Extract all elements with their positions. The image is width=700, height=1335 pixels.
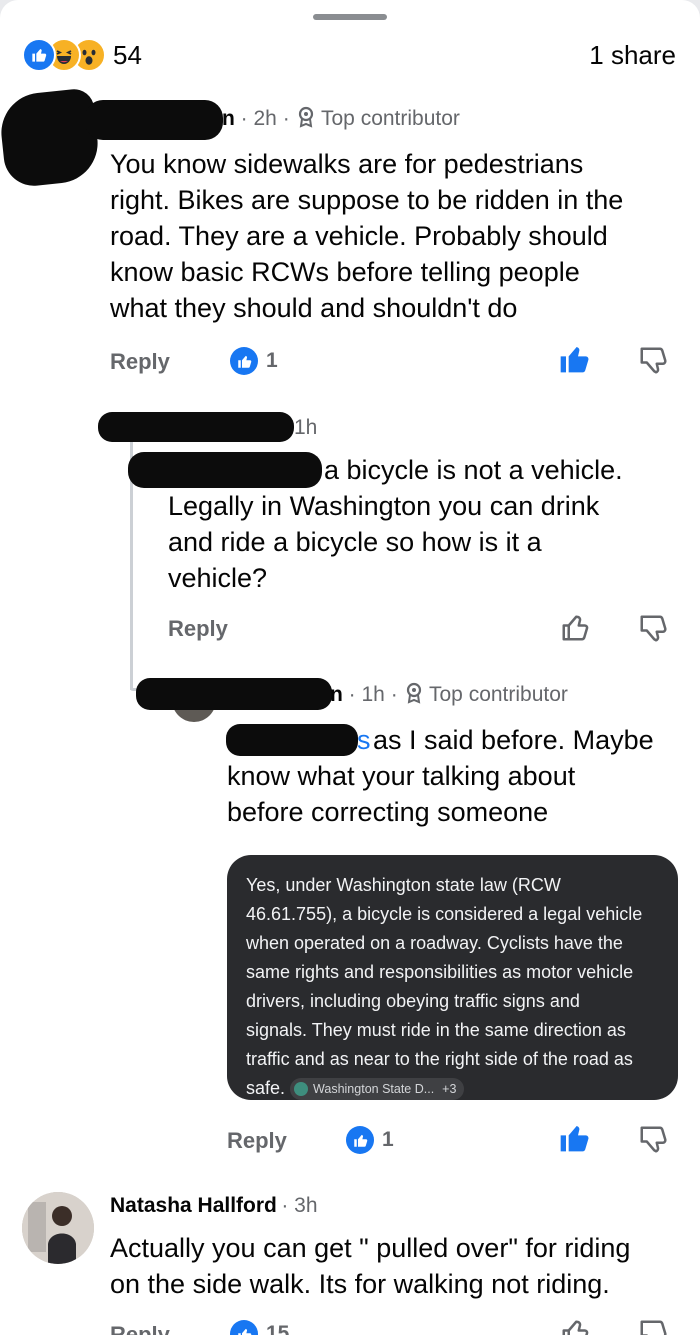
comment-text: a bicycle is not a vehicle. Legally in W… <box>168 452 623 596</box>
comment-line: Actually you can get " pulled over" for … <box>110 1233 631 1263</box>
comment-meta: n · 2h · Top contributor <box>222 106 460 134</box>
card-line: same rights and responsibilities as moto… <box>246 962 634 982</box>
redaction <box>85 100 223 140</box>
reply-button[interactable]: Reply <box>227 1128 287 1154</box>
comment-line: on the side walk. Its for walking not ri… <box>110 1269 610 1299</box>
upvote-button[interactable] <box>558 1122 590 1159</box>
card-line: Yes, under Washington state law (RCW <box>246 875 561 895</box>
comment-line: You know sidewalks are for pedestrians <box>110 149 584 179</box>
upvote-button[interactable] <box>558 343 590 380</box>
top-contributor-icon <box>296 106 316 134</box>
source-more-count: +3 <box>442 1082 457 1097</box>
like-icon <box>346 1126 374 1154</box>
downvote-button[interactable] <box>638 613 668 648</box>
like-count: 1 <box>266 349 278 372</box>
downvote-button[interactable] <box>638 345 668 380</box>
like-count-badge[interactable]: 1 <box>346 1126 394 1154</box>
comments-sheet: 54 1 share n · 2h · Top contributor You … <box>0 0 700 1335</box>
reaction-count[interactable]: 54 <box>113 40 142 71</box>
card-line: when operated on a roadway. Cyclists hav… <box>246 933 623 953</box>
upvote-button[interactable] <box>560 613 590 648</box>
top-contributor-badge: Top contributor <box>321 107 460 130</box>
thumbs-down-icon <box>640 1126 667 1153</box>
comment-line: and ride a bicycle so how is it a <box>168 527 542 557</box>
timestamp: · 2h · <box>240 107 290 130</box>
card-line: drivers, including obeying traffic signs… <box>246 991 580 1011</box>
share-count[interactable]: 1 share <box>589 40 676 71</box>
thumbs-down-icon <box>640 615 667 642</box>
comment-line: before correcting someone <box>227 797 549 827</box>
card-line: 46.61.755), a bicycle is considered a le… <box>246 904 643 924</box>
top-contributor-badge: Top contributor <box>429 683 568 706</box>
avatar[interactable] <box>22 1192 94 1264</box>
reply-button[interactable]: Reply <box>110 349 170 375</box>
comment-meta: n · 1h · Top contributor <box>330 682 568 710</box>
author-name[interactable]: n <box>330 683 343 706</box>
like-count: 15 <box>266 1322 290 1335</box>
thumbs-up-filled-icon <box>560 1126 589 1152</box>
timestamp: 1h <box>294 416 318 439</box>
redaction <box>136 678 332 710</box>
redaction <box>0 87 102 189</box>
attached-answer-card[interactable]: Yes, under Washington state law (RCW 46.… <box>227 855 678 1103</box>
upvote-button[interactable] <box>560 1318 590 1335</box>
card-line: signals. They must ride in the same dire… <box>246 1020 626 1040</box>
thumbs-up-filled-icon <box>560 347 589 373</box>
comment-line: know basic RCWs before telling people <box>110 257 580 287</box>
source-chip[interactable]: Washington State D... +3 <box>290 1078 465 1101</box>
redaction <box>98 412 294 442</box>
like-icon <box>230 347 258 375</box>
comment-line: what they should and shouldn't do <box>110 293 518 323</box>
drag-handle[interactable] <box>313 14 387 20</box>
thumbs-down-icon <box>640 1320 667 1335</box>
card-line: safe. <box>246 1078 286 1098</box>
comment-line: know what your talking about <box>227 761 576 791</box>
reactions-summary[interactable]: 54 <box>22 38 142 72</box>
comment-meta: Natasha Hallford · 3h <box>110 1194 318 1218</box>
comment-text: Actually you can get " pulled over" for … <box>110 1230 630 1302</box>
comment-text: as I said before. Maybe know what your t… <box>227 722 654 830</box>
like-icon <box>230 1320 258 1335</box>
comment-text: You know sidewalks are for pedestrians r… <box>110 146 623 326</box>
comment-line: road. They are a vehicle. Probably shoul… <box>110 221 608 251</box>
comment-line: right. Bikes are suppose to be ridden in… <box>110 185 624 215</box>
comment-line: vehicle? <box>168 563 268 593</box>
reply-button[interactable]: Reply <box>110 1322 170 1335</box>
author-name[interactable]: Natasha Hallford <box>110 1194 277 1217</box>
avatar-photo <box>22 1192 94 1264</box>
timestamp: · 3h <box>281 1194 318 1217</box>
comment-line: Legally in Washington you can drink <box>168 491 600 521</box>
card-last-line: safe. Washington State D... +3 <box>246 1074 668 1103</box>
source-icon <box>294 1082 309 1097</box>
card-line: traffic and as near to the right side of… <box>246 1049 633 1069</box>
like-count-badge[interactable]: 15 <box>230 1320 289 1335</box>
like-count-badge[interactable]: 1 <box>230 347 278 375</box>
thumbs-down-icon <box>640 347 667 374</box>
timestamp: · 1h · <box>348 683 398 706</box>
comment-line: a bicycle is not a vehicle. <box>324 455 623 485</box>
source-label: Washington State D... <box>313 1082 435 1097</box>
like-count: 1 <box>382 1128 394 1151</box>
top-contributor-icon <box>404 682 424 710</box>
downvote-button[interactable] <box>638 1318 668 1335</box>
downvote-button[interactable] <box>638 1124 668 1159</box>
like-icon <box>22 38 56 72</box>
comment-line: as I said before. Maybe <box>373 725 654 755</box>
thumbs-up-icon <box>562 615 589 641</box>
reply-button[interactable]: Reply <box>168 616 228 642</box>
thumbs-up-icon <box>562 1320 589 1335</box>
author-name[interactable]: n <box>222 107 235 130</box>
